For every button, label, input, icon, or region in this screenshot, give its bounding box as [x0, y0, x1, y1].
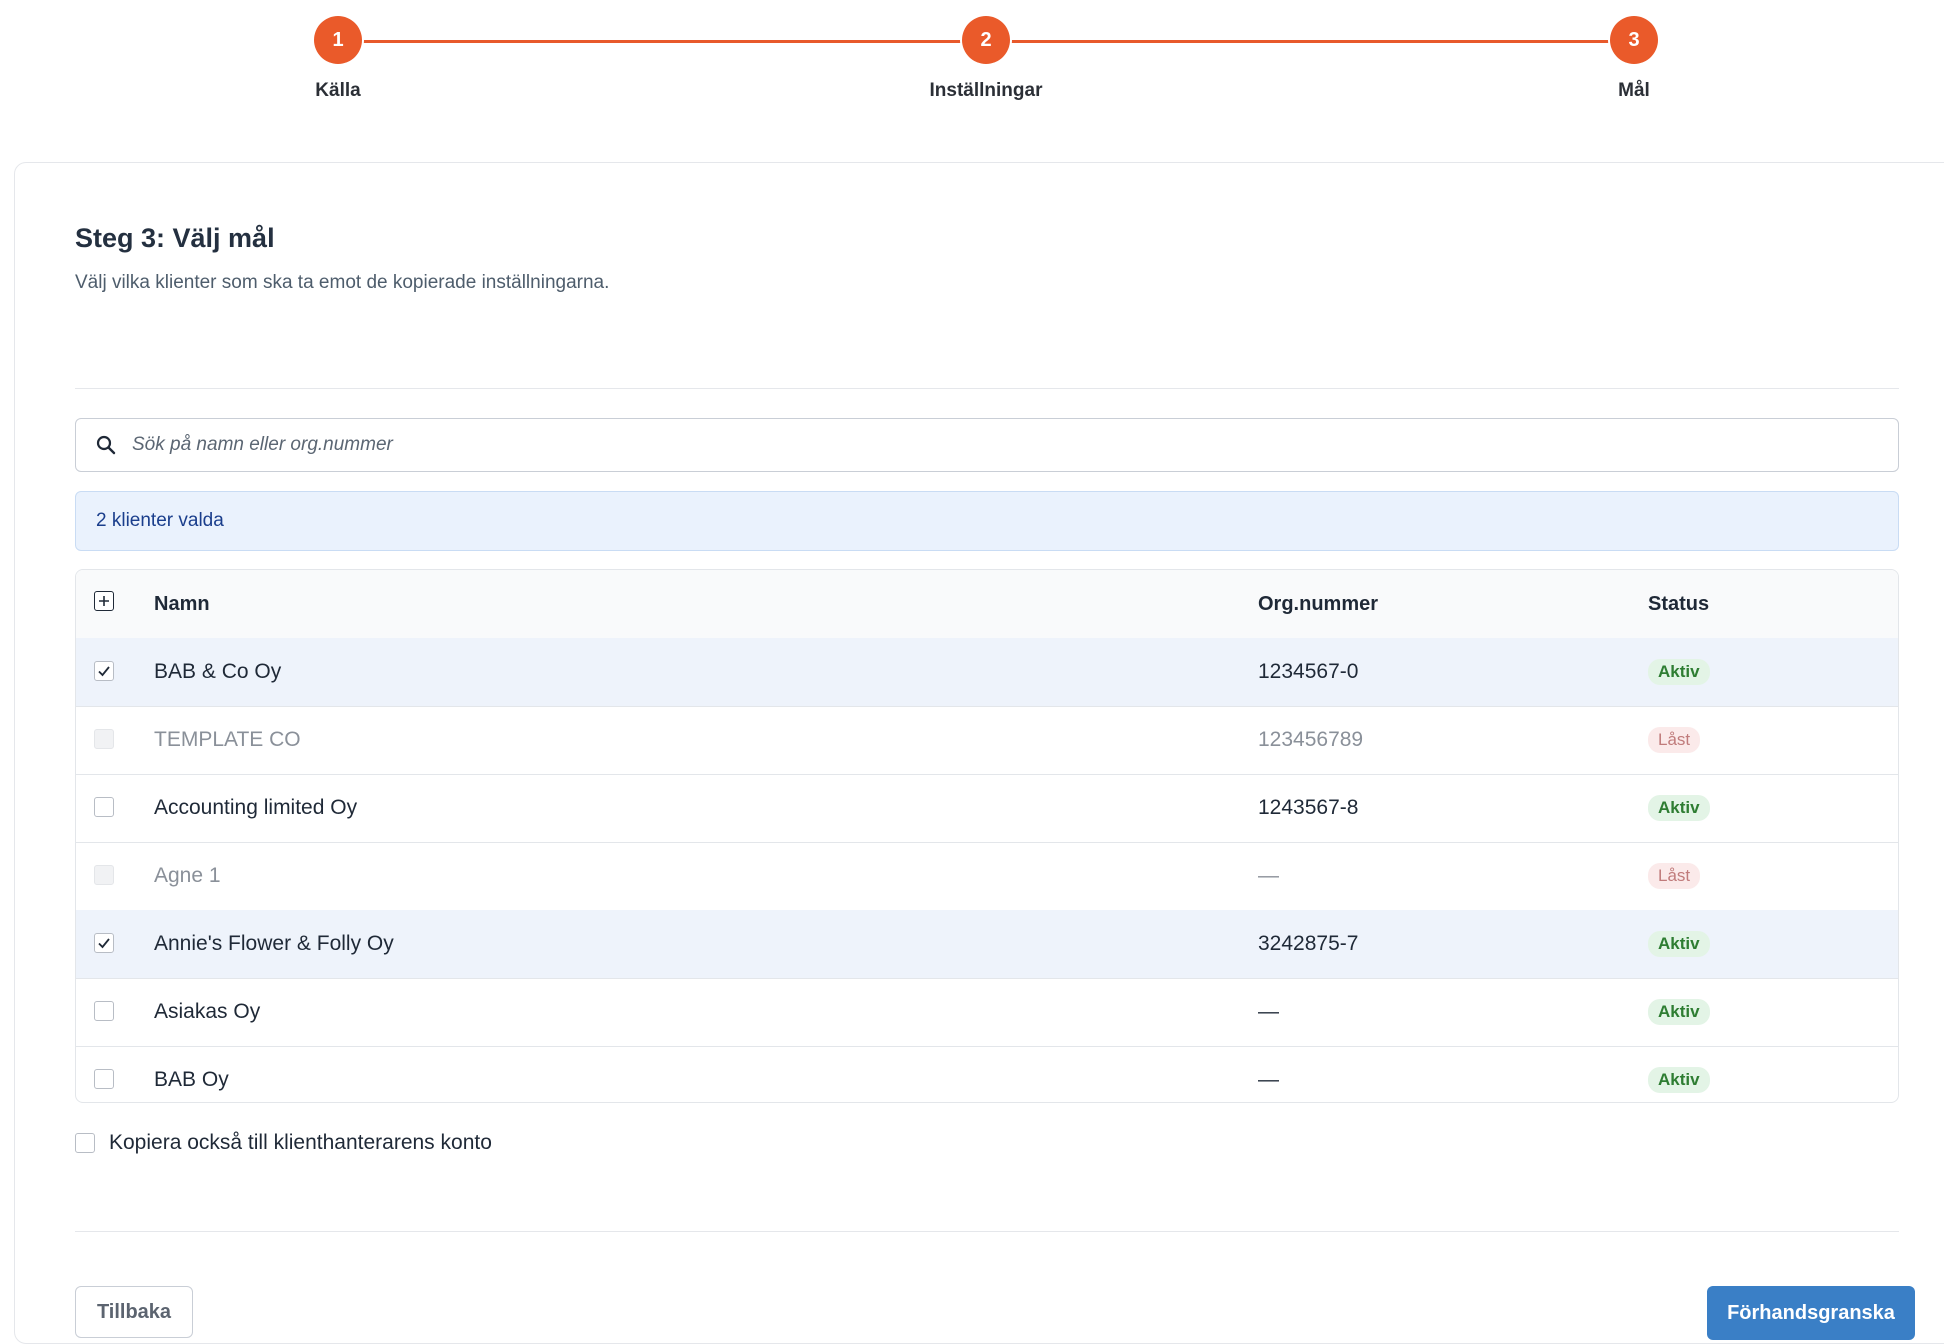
row-checkbox[interactable] — [94, 1069, 114, 1089]
step-target: 3 Mål — [1534, 16, 1734, 102]
status-badge: Aktiv — [1648, 999, 1710, 1026]
table-header: Namn Org.nummer Status — [76, 570, 1898, 639]
row-checkbox-disabled — [94, 729, 114, 749]
row-checkbox[interactable] — [94, 661, 114, 681]
table-row[interactable]: Annie's Flower & Folly Oy 3242875-7 Akti… — [76, 910, 1898, 979]
column-header-name[interactable]: Namn — [154, 570, 210, 638]
step-label: Mål — [1618, 80, 1650, 101]
client-org-number: 1234567-0 — [1258, 660, 1359, 683]
copy-to-manager-checkbox[interactable] — [75, 1133, 95, 1153]
step-number: 1 — [314, 16, 362, 64]
divider — [75, 388, 1899, 389]
status-cell: Aktiv — [1648, 638, 1710, 706]
page-title: Steg 3: Välj mål — [75, 223, 275, 253]
column-header-status[interactable]: Status — [1648, 570, 1709, 638]
status-cell: Låst — [1648, 706, 1701, 774]
table-row[interactable]: Accounting limited Oy 1243567-8 Aktiv — [76, 774, 1898, 843]
select-all-checkbox[interactable] — [94, 591, 114, 611]
client-name: Agne 1 — [154, 864, 221, 887]
table-row[interactable]: BAB & Co Oy 1234567-0 Aktiv — [76, 638, 1898, 707]
client-org-number: 3242875-7 — [1258, 932, 1359, 955]
row-checkbox-disabled — [94, 865, 114, 885]
table-row: Agne 1 — Låst — [76, 842, 1898, 911]
search-box[interactable] — [75, 418, 1899, 472]
client-name: TEMPLATE CO — [154, 728, 301, 751]
client-name: Accounting limited Oy — [154, 796, 358, 819]
status-cell: Aktiv — [1648, 1046, 1710, 1102]
step-label: Källa — [315, 80, 361, 101]
client-name: Asiakas Oy — [154, 1000, 261, 1023]
client-org-number: 123456789 — [1258, 728, 1364, 751]
selection-summary-banner: 2 klienter valda — [75, 491, 1899, 551]
search-icon — [94, 433, 118, 457]
preview-button[interactable]: Förhandsgranska — [1707, 1286, 1915, 1340]
status-cell: Aktiv — [1648, 910, 1710, 978]
row-checkbox[interactable] — [94, 933, 114, 953]
clients-table: Namn Org.nummer Status BAB & Co Oy 12345… — [75, 569, 1899, 1103]
client-org-number: — — [1258, 1068, 1279, 1091]
table-row[interactable]: BAB Oy — Aktiv — [76, 1046, 1898, 1102]
client-name: Annie's Flower & Folly Oy — [154, 932, 394, 955]
copy-to-manager-label: Kopiera också till klienthanterarens kon… — [109, 1131, 492, 1154]
table-row: TEMPLATE CO 123456789 Låst — [76, 706, 1898, 775]
table-row[interactable]: Asiakas Oy — Aktiv — [76, 978, 1898, 1047]
card-content: Steg 3: Välj mål Välj vilka klienter som… — [75, 223, 1915, 1340]
client-org-number: 1243567-8 — [1258, 796, 1359, 819]
status-badge: Aktiv — [1648, 795, 1710, 822]
client-name: BAB & Co Oy — [154, 660, 282, 683]
status-cell: Aktiv — [1648, 774, 1710, 842]
step-source: 1 Källa — [238, 16, 438, 102]
status-badge: Aktiv — [1648, 931, 1710, 958]
status-cell: Låst — [1648, 842, 1701, 910]
divider — [75, 1231, 1899, 1232]
back-button[interactable]: Tillbaka — [75, 1286, 193, 1338]
step-label: Inställningar — [929, 80, 1043, 101]
status-badge: Låst — [1648, 727, 1701, 754]
status-cell: Aktiv — [1648, 978, 1710, 1046]
client-name: BAB Oy — [154, 1068, 229, 1091]
step-number: 2 — [962, 16, 1010, 64]
target-selection-card: Steg 3: Välj mål Välj vilka klienter som… — [14, 162, 1944, 1344]
selection-summary-text: 2 klienter valda — [96, 510, 224, 531]
row-checkbox[interactable] — [94, 797, 114, 817]
client-org-number: — — [1258, 864, 1279, 887]
column-header-org[interactable]: Org.nummer — [1258, 570, 1378, 638]
status-badge: Låst — [1648, 863, 1701, 890]
client-org-number: — — [1258, 1000, 1279, 1023]
status-badge: Aktiv — [1648, 659, 1710, 686]
progress-stepper: 1 Källa 2 Inställningar 3 Mål — [0, 0, 1944, 120]
status-badge: Aktiv — [1648, 1067, 1710, 1094]
search-input[interactable] — [130, 427, 1874, 463]
row-checkbox[interactable] — [94, 1001, 114, 1021]
page-subtitle: Välj vilka klienter som ska ta emot de k… — [75, 272, 610, 293]
step-settings: 2 Inställningar — [886, 16, 1086, 102]
step-number: 3 — [1610, 16, 1658, 64]
